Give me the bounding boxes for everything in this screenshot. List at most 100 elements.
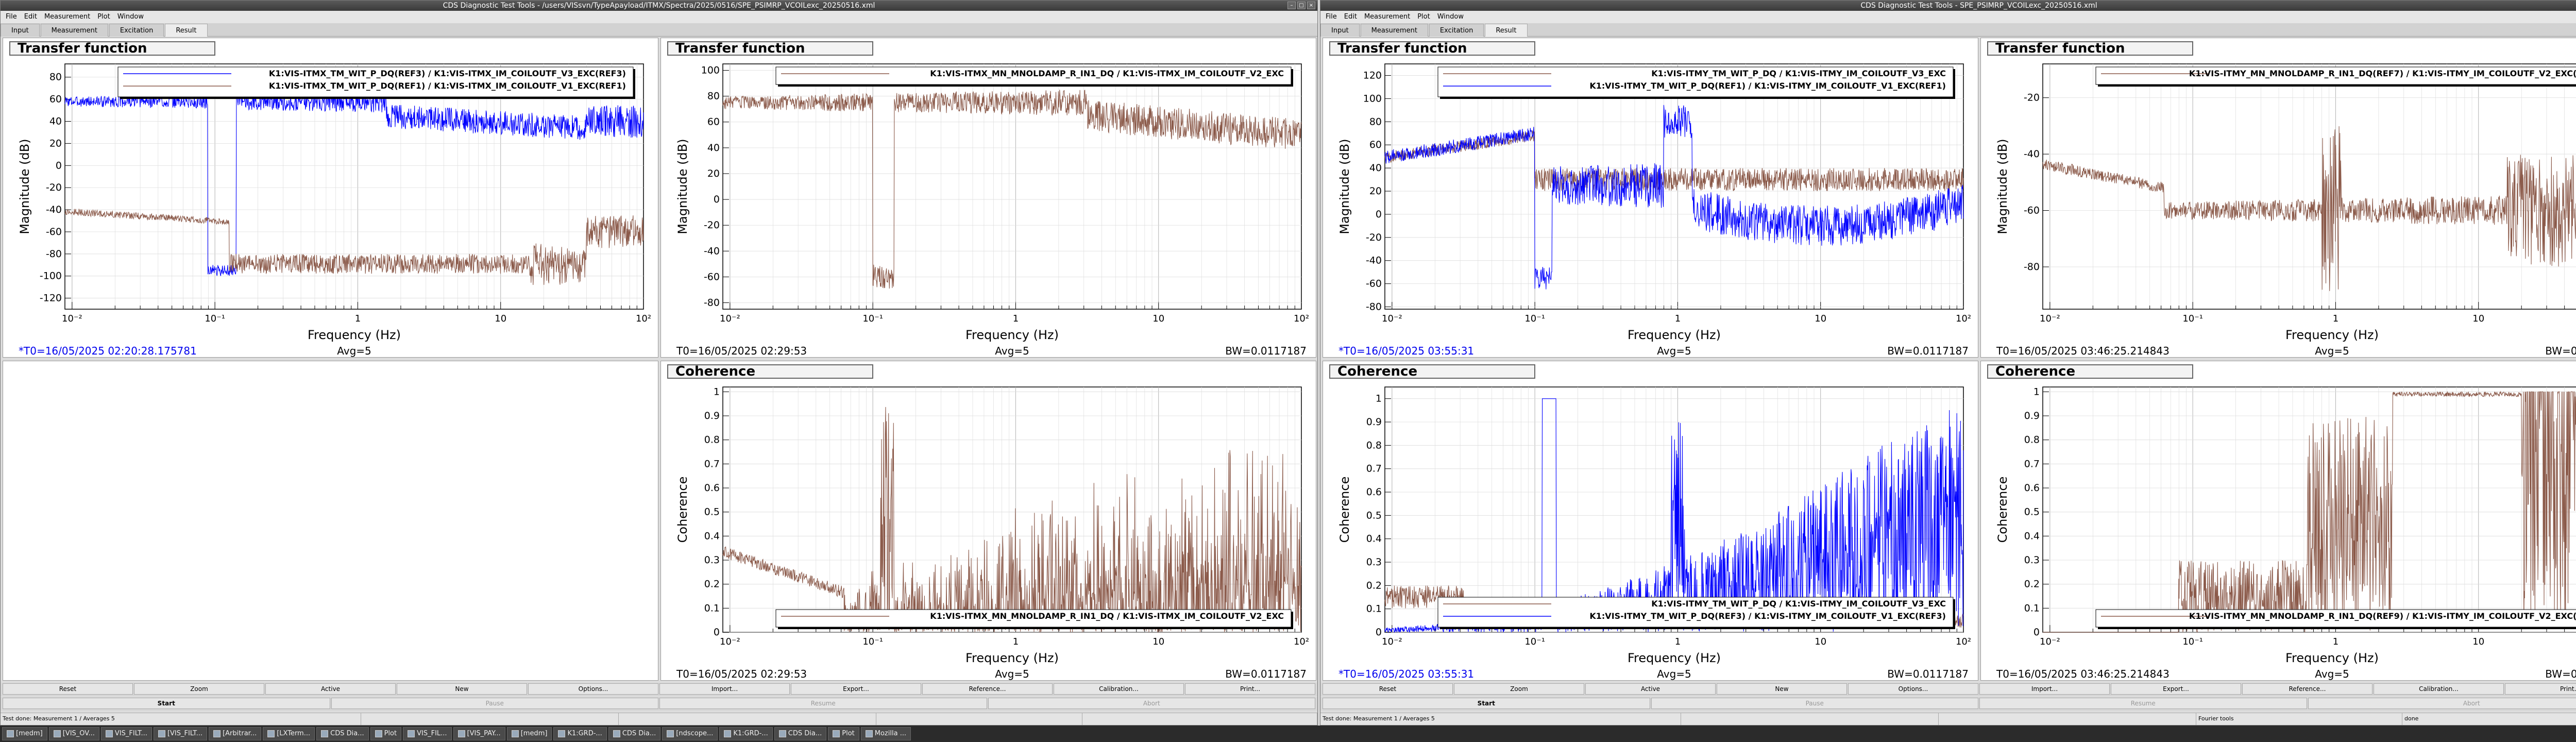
plot-button-reference[interactable]: Reference... <box>922 683 1053 695</box>
plot-button-print[interactable]: Print... <box>2505 683 2576 695</box>
plot-panel[interactable]: 10⁻² 10⁻¹ 1 10 10² 100 80 60 40 20 0 -20 -40 -60 -80 Fr… <box>660 38 1316 358</box>
y-tick-label: -60 <box>2024 205 2040 216</box>
x-tick-label: 10 <box>495 313 506 324</box>
taskbar-item[interactable]: Plot <box>828 727 859 740</box>
taskbar-item[interactable]: Plot <box>370 727 402 740</box>
plot-panel[interactable]: 10⁻²10⁻¹11010²10.90.80.70.60.50.40.30.20… <box>1980 361 2576 681</box>
menu-item[interactable]: Plot <box>1417 13 1430 21</box>
tab-item[interactable]: Input <box>1320 24 1360 37</box>
plot-button-active[interactable]: Active <box>265 683 396 695</box>
y-tick-label: -40 <box>2024 148 2040 160</box>
tab-item[interactable]: Measurement <box>1360 24 1428 37</box>
plot-button-new[interactable]: New <box>397 683 527 695</box>
taskbar-item[interactable]: [LXTerm... <box>263 727 315 740</box>
taskbar-item[interactable]: VIS_FIL... <box>403 727 452 740</box>
avg-label: Avg=5 <box>337 345 371 357</box>
plot-svg: 10⁻² 10⁻¹ 1 10 10² 80 60 40 20 0 -20 -40 -60 -80 -100 -… <box>18 63 651 357</box>
close-icon[interactable]: × <box>1307 2 1315 9</box>
plot-button-calibration[interactable]: Calibration... <box>2374 683 2504 695</box>
plot-button-reference[interactable]: Reference... <box>2242 683 2372 695</box>
plot-button-new[interactable]: New <box>1717 683 1847 695</box>
run-button-resume[interactable]: Resume <box>1979 698 2307 709</box>
menu-item[interactable]: Edit <box>1344 13 1357 21</box>
panel-title: Coherence <box>1987 364 2193 379</box>
tab-item[interactable]: Excitation <box>109 24 164 37</box>
menu-item[interactable]: Window <box>1437 13 1464 21</box>
taskbar-item[interactable]: [ndscope... <box>662 727 718 740</box>
run-button-start[interactable]: Start <box>1323 698 1650 709</box>
app-icon <box>558 730 566 737</box>
menu-item[interactable]: File <box>1326 13 1337 21</box>
plot-button-import[interactable]: Import... <box>659 683 790 695</box>
menu-item[interactable]: Window <box>117 13 144 21</box>
taskbar-item[interactable]: [Arbitrar... <box>209 727 262 740</box>
panel-title: Coherence <box>1329 364 1535 379</box>
y-tick-label: 1 <box>2033 386 2040 397</box>
plot-button-export[interactable]: Export... <box>2111 683 2241 695</box>
window-titlebar[interactable]: CDS Diagnostic Test Tools - /users/VISsv… <box>1 1 1317 11</box>
taskbar-item[interactable]: [VIS_FILT... <box>153 727 208 740</box>
tab-item[interactable]: Result <box>165 24 208 37</box>
status-cell <box>876 713 1082 725</box>
plot-panel[interactable]: 10⁻²10⁻¹11010²-20-40-60-80Frequency (Hz)… <box>1980 38 2576 358</box>
bw-label: BW=0.0117187 <box>1225 668 1307 680</box>
window-titlebar[interactable]: CDS Diagnostic Test Tools - SPE_PSIMRP_V… <box>1320 1 2576 11</box>
plot-button-zoom[interactable]: Zoom <box>134 683 264 695</box>
run-button-pause[interactable]: Pause <box>331 698 658 709</box>
x-tick-label: 1 <box>2333 636 2338 647</box>
run-button-pause[interactable]: Pause <box>1651 698 1978 709</box>
plot-panel[interactable]: 10⁻² 10⁻¹ 1 10 10² 80 60 40 20 0 -20 -40 -60 -80 -100 -… <box>3 38 658 358</box>
menu-item[interactable]: File <box>6 13 17 21</box>
menu-item[interactable]: Edit <box>24 13 37 21</box>
plot-panel[interactable] <box>3 361 658 681</box>
plot-button-zoom[interactable]: Zoom <box>1454 683 1584 695</box>
taskbar-item[interactable]: [medm] <box>506 727 552 740</box>
plot-button-import[interactable]: Import... <box>1979 683 2110 695</box>
run-button-resume[interactable]: Resume <box>659 698 987 709</box>
taskbar-item[interactable]: [medm] <box>2 727 47 740</box>
taskbar-item[interactable]: Mozilla ... <box>860 727 911 740</box>
taskbar-item[interactable]: CDS Dia... <box>316 727 369 740</box>
x-tick-label: 1 <box>1675 313 1681 324</box>
run-button-abort[interactable]: Abort <box>2308 698 2576 709</box>
plot-button-options[interactable]: Options... <box>1848 683 1978 695</box>
plot-button-reset[interactable]: Reset <box>1323 683 1453 695</box>
diag-window-left: CDS Diagnostic Test Tools - /users/VISsv… <box>0 0 1318 726</box>
plot-button-reset[interactable]: Reset <box>3 683 133 695</box>
plot-panel[interactable]: 10⁻²10⁻¹11010²10.90.80.70.60.50.40.30.20… <box>660 361 1316 681</box>
menu-item[interactable]: Measurement <box>1364 13 1410 21</box>
plot-panel[interactable]: 10⁻²10⁻¹11010²10.90.80.70.60.50.40.30.20… <box>1323 361 1978 681</box>
tab-item[interactable]: Excitation <box>1429 24 1484 37</box>
plot-panel[interactable]: 10⁻² 10⁻¹ 1 10 10² 120 100 80 60 40 20 0 -20 -40 -60 -8… <box>1323 38 1978 358</box>
plot-button-options[interactable]: Options... <box>528 683 658 695</box>
status-cell <box>1681 713 1939 725</box>
taskbar-item[interactable]: VIS_FILT... <box>100 727 152 740</box>
taskbar-item[interactable]: K1:GRD-... <box>719 727 773 740</box>
tab-item[interactable]: Measurement <box>40 24 108 37</box>
menu-item[interactable]: Measurement <box>44 13 90 21</box>
run-button-start[interactable]: Start <box>3 698 330 709</box>
run-button-abort[interactable]: Abort <box>988 698 1315 709</box>
taskbar-item[interactable]: CDS Dia... <box>608 727 661 740</box>
taskbar-item[interactable]: [VIS_OV... <box>48 727 99 740</box>
plot-button-export[interactable]: Export... <box>791 683 921 695</box>
y-tick-label: 20 <box>49 138 62 149</box>
legend-entry: K1:VIS-ITMY_TM_WIT_P_DQ(REF3) / K1:VIS-I… <box>1589 611 1946 621</box>
menu-item[interactable]: Plot <box>97 13 110 21</box>
plot-button-print[interactable]: Print... <box>1185 683 1315 695</box>
y-tick-label: 0.4 <box>1366 533 1382 545</box>
y-tick-label: -60 <box>46 226 62 238</box>
tab-item[interactable]: Result <box>1485 24 1528 37</box>
taskbar-item-label: VIS_FILT... <box>114 730 147 737</box>
taskbar-item[interactable]: CDS Dia... <box>774 727 827 740</box>
panel-title: Transfer function <box>1987 41 2193 56</box>
plot-button-calibration[interactable]: Calibration... <box>1054 683 1184 695</box>
taskbar-item[interactable]: K1:GRD-... <box>553 727 607 740</box>
maximize-icon[interactable]: □ <box>1297 2 1306 9</box>
minimize-icon[interactable]: – <box>1287 2 1296 9</box>
taskbar-item[interactable]: [VIS_PAY... <box>453 727 505 740</box>
tab-item[interactable]: Input <box>1 24 40 37</box>
plot-button-active[interactable]: Active <box>1585 683 1716 695</box>
y-axis-label: Coherence <box>675 477 690 543</box>
x-axis-label: Frequency (Hz) <box>1628 328 1721 342</box>
